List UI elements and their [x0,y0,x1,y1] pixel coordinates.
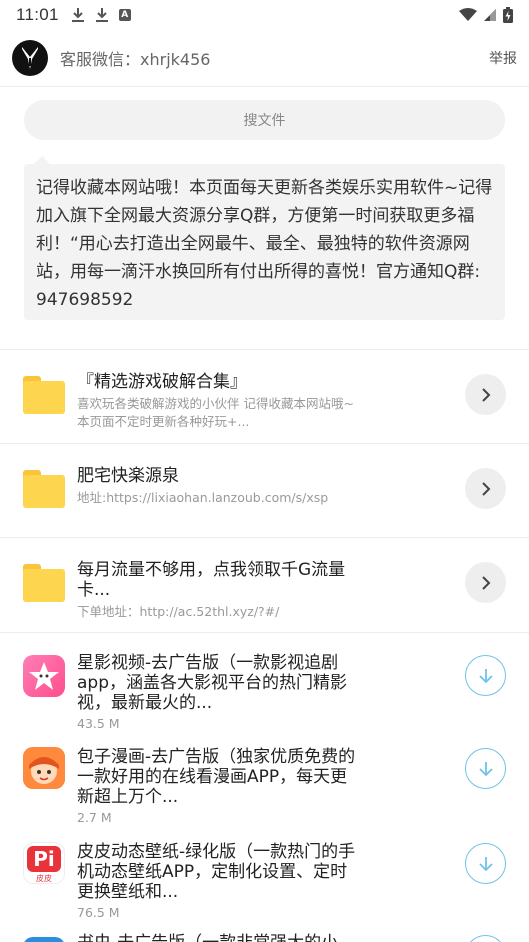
folder-title: 肥宅快楽源泉 [77,466,179,486]
app-notification-icon: A [118,9,131,21]
file-size: 43.5 M [77,716,120,731]
folder-icon [23,376,65,418]
folder-icon [23,470,65,512]
wifi-icon [459,8,477,21]
bookworm-app-icon [23,937,65,942]
download-button[interactable] [465,748,506,789]
file-item[interactable]: Pi 皮皮 皮皮动态壁纸-绿化版（一款热门的手机动态壁纸APP，定制化设置、定时… [0,828,529,923]
download-notification-icon [95,8,108,22]
folder-subtitle: 地址:https://lixiaohan.lanzoub.com/s/xsp [77,490,329,505]
folder-text: 每月流量不够用，点我领取千G流量卡... 下单地址：http://ac.52th… [77,560,362,621]
tuxedo-logo-icon [22,47,38,69]
download-button[interactable] [465,655,506,696]
folder-title: 『精选游戏破解合集』 [77,372,247,392]
folder-subtitle: 喜欢玩各类破解游戏的小伙伴 记得收藏本网站哦~本页面不定时更新各种好玩+... [77,396,354,429]
download-notification-icon [71,8,84,22]
download-button[interactable] [465,843,506,884]
open-folder-button[interactable] [465,562,506,603]
battery-icon [503,7,513,23]
file-text: 星影视频-去广告版（一款影视追剧app，涵盖各大影视平台的热门精影视，最新最火的… [77,653,362,731]
notice-bubble: 记得收藏本网站哦！本页面每天更新各类娱乐实用软件~记得加入旗下全网最大资源分享Q… [24,156,505,320]
chevron-right-icon [481,575,490,590]
file-title: 书虫-去广告版（一款非常强大的小 [77,933,362,942]
folder-text: 肥宅快楽源泉 地址:https://lixiaohan.lanzoub.com/… [77,466,362,507]
folder-title: 每月流量不够用，点我领取千G流量卡... [77,560,346,600]
status-bar: 11:01 A [0,0,529,30]
file-text: 皮皮动态壁纸-绿化版（一款热门的手机动态壁纸APP，定制化设置、定时更换壁纸和.… [77,842,362,920]
pipi-wallpaper-app-icon: Pi 皮皮 [23,842,65,884]
star-video-app-icon [23,655,65,697]
report-link[interactable]: 举报 [489,48,517,68]
notice-text: 记得收藏本网站哦！本页面每天更新各类娱乐实用软件~记得加入旗下全网最大资源分享Q… [36,178,493,310]
file-text: 书虫-去广告版（一款非常强大的小 [77,933,362,942]
notification-icons: A [71,7,131,23]
baozi-comic-app-icon [23,747,65,789]
folder-item[interactable]: 每月流量不够用，点我领取千G流量卡... 下单地址：http://ac.52th… [0,538,529,632]
file-item[interactable]: 书虫-去广告版（一款非常强大的小 [0,923,529,942]
signal-icon [484,9,496,21]
file-text: 包子漫画-去广告版（独家优质免费的一款好用的在线看漫画APP，每天更新超上万个.… [77,747,362,825]
folder-item[interactable]: 『精选游戏破解合集』 喜欢玩各类破解游戏的小伙伴 记得收藏本网站哦~本页面不定时… [0,350,529,443]
file-title: 皮皮动态壁纸-绿化版（一款热门的手机动态壁纸APP，定制化设置、定时更换壁纸和.… [77,842,356,902]
system-icons [459,7,513,23]
download-arrow-icon [478,668,493,683]
file-title: 包子漫画-去广告版（独家优质免费的一款好用的在线看漫画APP，每天更新超上万个.… [77,747,356,807]
folder-text: 『精选游戏破解合集』 喜欢玩各类破解游戏的小伙伴 记得收藏本网站哦~本页面不定时… [77,372,362,431]
folder-icon [23,564,65,606]
pipi-logo-sublabel: 皮皮 [36,874,52,883]
customer-service-text: 客服微信：xhrjk456 [60,50,211,69]
chevron-right-icon [481,481,490,496]
file-size: 2.7 M [77,810,112,825]
file-item[interactable]: 包子漫画-去广告版（独家优质免费的一款好用的在线看漫画APP，每天更新超上万个.… [0,733,529,828]
file-size: 76.5 M [77,905,120,920]
header-divider [0,86,529,87]
status-time: 11:01 [16,5,59,24]
download-button[interactable] [465,935,506,942]
search-placeholder: 搜文件 [243,113,286,129]
folder-subtitle: 下单地址：http://ac.52thl.xyz/?#/ [77,604,280,619]
open-folder-button[interactable] [465,374,506,415]
download-arrow-icon [478,761,493,776]
file-title: 星影视频-去广告版（一款影视追剧app，涵盖各大影视平台的热门精影视，最新最火的… [77,653,347,713]
pipi-logo-label: Pi [27,846,61,872]
folder-item[interactable]: 肥宅快楽源泉 地址:https://lixiaohan.lanzoub.com/… [0,444,529,537]
top-header: 客服微信：xhrjk456 举报 [0,38,529,78]
file-item[interactable]: 星影视频-去广告版（一款影视追剧app，涵盖各大影视平台的热门精影视，最新最火的… [0,633,529,733]
avatar[interactable] [12,40,48,76]
open-folder-button[interactable] [465,468,506,509]
search-input[interactable]: 搜文件 [24,100,505,140]
chevron-right-icon [481,387,490,402]
download-arrow-icon [478,856,493,871]
